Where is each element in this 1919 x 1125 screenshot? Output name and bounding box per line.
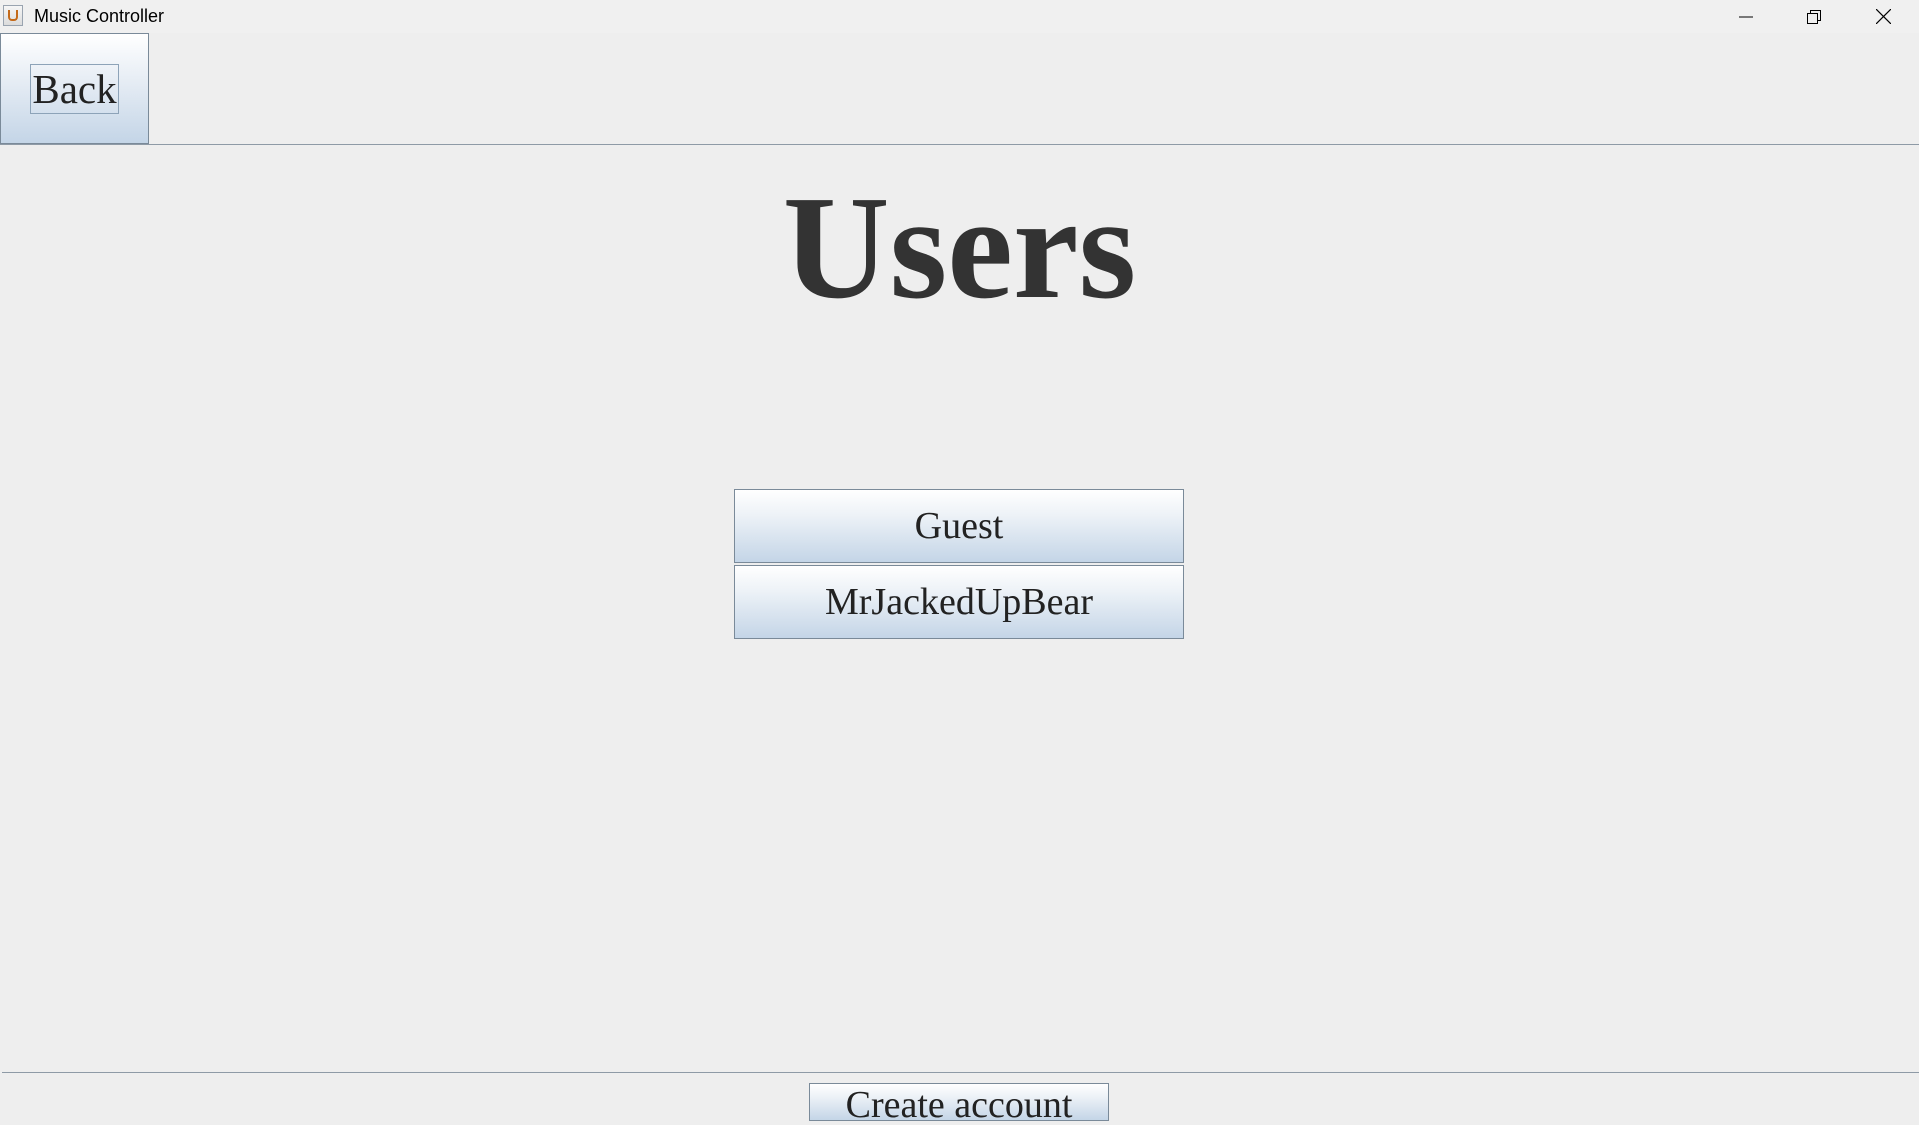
- restore-icon[interactable]: [1779, 0, 1848, 33]
- page-title: Users: [782, 166, 1137, 330]
- create-account-button[interactable]: Create account: [809, 1083, 1109, 1121]
- user-list: Guest MrJackedUpBear: [734, 489, 1184, 641]
- java-cup-icon: [3, 5, 23, 26]
- top-panel: Back: [0, 33, 1919, 145]
- window-title: Music Controller: [34, 6, 165, 26]
- minimize-icon[interactable]: [1711, 0, 1780, 33]
- back-button-label: Back: [30, 63, 119, 114]
- user-button-mrjackedupbear[interactable]: MrJackedUpBear: [734, 565, 1184, 639]
- back-button[interactable]: Back: [0, 33, 149, 144]
- bottom-divider: [2, 1072, 1919, 1073]
- close-icon[interactable]: [1849, 0, 1918, 33]
- window-titlebar: Music Controller: [0, 0, 1919, 33]
- user-button-guest[interactable]: Guest: [734, 489, 1184, 563]
